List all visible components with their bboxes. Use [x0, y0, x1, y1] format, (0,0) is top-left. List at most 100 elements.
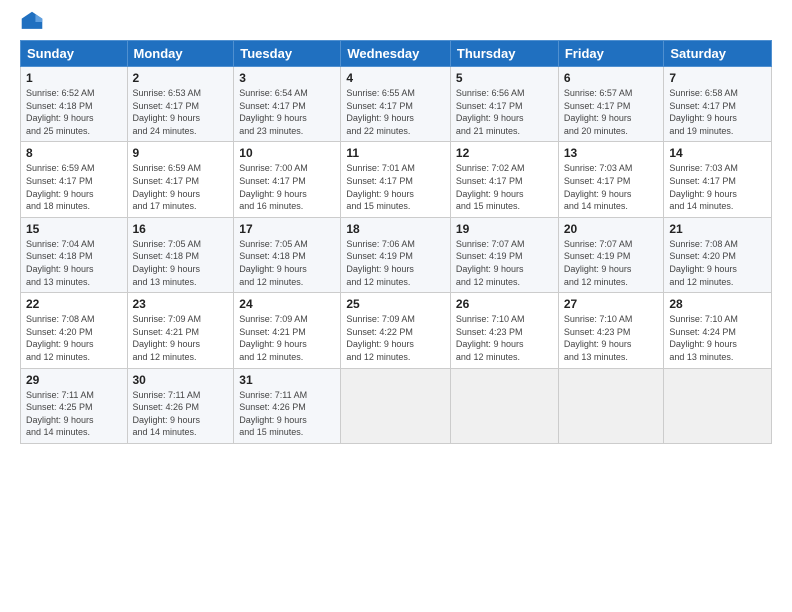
calendar-cell: 8 Sunrise: 6:59 AM Sunset: 4:17 PM Daylig…: [21, 142, 128, 217]
day-number: 23: [133, 297, 229, 311]
day-number: 27: [564, 297, 659, 311]
calendar-cell: 4 Sunrise: 6:55 AM Sunset: 4:17 PM Daylig…: [341, 67, 451, 142]
day-number: 29: [26, 373, 122, 387]
day-info: Sunrise: 7:07 AM Sunset: 4:19 PM Dayligh…: [456, 239, 525, 287]
calendar-cell: 1Sunrise: 6:52 AM Sunset: 4:18 PM Daylig…: [21, 67, 128, 142]
calendar-cell: 25Sunrise: 7:09 AM Sunset: 4:22 PM Dayli…: [341, 293, 451, 368]
calendar-cell: 30 Sunrise: 7:11 AM Sunset: 4:26 PM Dayli…: [127, 368, 234, 443]
calendar-cell: 2 Sunrise: 6:53 AM Sunset: 4:17 PM Daylig…: [127, 67, 234, 142]
day-info: Sunrise: 6:56 AM Sunset: 4:17 PM Dayligh…: [456, 88, 525, 136]
calendar-cell: [664, 368, 772, 443]
day-info: Sunrise: 7:00 AM Sunset: 4:17 PM Dayligh…: [239, 163, 308, 211]
day-info: Sunrise: 7:01 AM Sunset: 4:17 PM Dayligh…: [346, 163, 415, 211]
day-info: Sunrise: 7:07 AM Sunset: 4:19 PM Dayligh…: [564, 239, 633, 287]
day-number: 30: [133, 373, 229, 387]
calendar-cell: [450, 368, 558, 443]
day-info: Sunrise: 6:57 AM Sunset: 4:17 PM Dayligh…: [564, 88, 633, 136]
day-info: Sunrise: 7:09 AM Sunset: 4:22 PM Dayligh…: [346, 314, 415, 362]
day-info: Sunrise: 7:10 AM Sunset: 4:23 PM Dayligh…: [564, 314, 633, 362]
week-row-4: 22Sunrise: 7:08 AM Sunset: 4:20 PM Dayli…: [21, 293, 772, 368]
day-info: Sunrise: 6:59 AM Sunset: 4:17 PM Dayligh…: [26, 163, 95, 211]
day-info: Sunrise: 7:05 AM Sunset: 4:18 PM Dayligh…: [133, 239, 202, 287]
day-number: 2: [133, 71, 229, 85]
day-number: 7: [669, 71, 766, 85]
day-number: 11: [346, 146, 445, 160]
day-header-wednesday: Wednesday: [341, 41, 451, 67]
calendar-cell: 13 Sunrise: 7:03 AM Sunset: 4:17 PM Dayli…: [558, 142, 664, 217]
day-number: 13: [564, 146, 659, 160]
day-info: Sunrise: 6:53 AM Sunset: 4:17 PM Dayligh…: [133, 88, 202, 136]
calendar-cell: [558, 368, 664, 443]
calendar-cell: 3Sunrise: 6:54 AM Sunset: 4:17 PM Daylig…: [234, 67, 341, 142]
calendar-cell: 27 Sunrise: 7:10 AM Sunset: 4:23 PM Dayli…: [558, 293, 664, 368]
day-header-sunday: Sunday: [21, 41, 128, 67]
header-row: SundayMondayTuesdayWednesdayThursdayFrid…: [21, 41, 772, 67]
day-info: Sunrise: 6:58 AM Sunset: 4:17 PM Dayligh…: [669, 88, 738, 136]
day-info: Sunrise: 7:06 AM Sunset: 4:19 PM Dayligh…: [346, 239, 415, 287]
calendar-cell: 11 Sunrise: 7:01 AM Sunset: 4:17 PM Dayli…: [341, 142, 451, 217]
calendar-cell: 7 Sunrise: 6:58 AM Sunset: 4:17 PM Daylig…: [664, 67, 772, 142]
day-number: 17: [239, 222, 335, 236]
day-number: 18: [346, 222, 445, 236]
calendar-cell: 5Sunrise: 6:56 AM Sunset: 4:17 PM Daylig…: [450, 67, 558, 142]
day-number: 20: [564, 222, 659, 236]
calendar-cell: 6 Sunrise: 6:57 AM Sunset: 4:17 PM Daylig…: [558, 67, 664, 142]
day-info: Sunrise: 7:08 AM Sunset: 4:20 PM Dayligh…: [669, 239, 738, 287]
calendar-cell: [341, 368, 451, 443]
calendar-cell: 9Sunrise: 6:59 AM Sunset: 4:17 PM Daylig…: [127, 142, 234, 217]
calendar-cell: 23 Sunrise: 7:09 AM Sunset: 4:21 PM Dayli…: [127, 293, 234, 368]
day-number: 3: [239, 71, 335, 85]
day-info: Sunrise: 7:04 AM Sunset: 4:18 PM Dayligh…: [26, 239, 95, 287]
day-info: Sunrise: 7:02 AM Sunset: 4:17 PM Dayligh…: [456, 163, 525, 211]
day-number: 6: [564, 71, 659, 85]
calendar-cell: 20 Sunrise: 7:07 AM Sunset: 4:19 PM Dayli…: [558, 217, 664, 292]
week-row-5: 29 Sunrise: 7:11 AM Sunset: 4:25 PM Dayli…: [21, 368, 772, 443]
day-info: Sunrise: 6:55 AM Sunset: 4:17 PM Dayligh…: [346, 88, 415, 136]
day-info: Sunrise: 7:11 AM Sunset: 4:26 PM Dayligh…: [133, 390, 201, 438]
day-number: 22: [26, 297, 122, 311]
calendar-cell: 19 Sunrise: 7:07 AM Sunset: 4:19 PM Dayli…: [450, 217, 558, 292]
week-row-1: 1Sunrise: 6:52 AM Sunset: 4:18 PM Daylig…: [21, 67, 772, 142]
day-number: 12: [456, 146, 553, 160]
day-number: 10: [239, 146, 335, 160]
day-number: 15: [26, 222, 122, 236]
day-number: 4: [346, 71, 445, 85]
day-info: Sunrise: 7:03 AM Sunset: 4:17 PM Dayligh…: [669, 163, 738, 211]
week-row-3: 15 Sunrise: 7:04 AM Sunset: 4:18 PM Dayli…: [21, 217, 772, 292]
day-info: Sunrise: 7:05 AM Sunset: 4:18 PM Dayligh…: [239, 239, 308, 287]
calendar-cell: 17 Sunrise: 7:05 AM Sunset: 4:18 PM Dayli…: [234, 217, 341, 292]
calendar-cell: 16 Sunrise: 7:05 AM Sunset: 4:18 PM Dayli…: [127, 217, 234, 292]
day-number: 16: [133, 222, 229, 236]
day-info: Sunrise: 7:09 AM Sunset: 4:21 PM Dayligh…: [133, 314, 202, 362]
calendar-cell: 12 Sunrise: 7:02 AM Sunset: 4:17 PM Dayli…: [450, 142, 558, 217]
calendar-cell: 14 Sunrise: 7:03 AM Sunset: 4:17 PM Dayli…: [664, 142, 772, 217]
logo: [20, 10, 48, 34]
page: SundayMondayTuesdayWednesdayThursdayFrid…: [0, 0, 792, 612]
day-header-thursday: Thursday: [450, 41, 558, 67]
day-number: 21: [669, 222, 766, 236]
day-info: Sunrise: 7:11 AM Sunset: 4:25 PM Dayligh…: [26, 390, 94, 438]
calendar-cell: 24 Sunrise: 7:09 AM Sunset: 4:21 PM Dayli…: [234, 293, 341, 368]
day-number: 8: [26, 146, 122, 160]
calendar-cell: 31Sunrise: 7:11 AM Sunset: 4:26 PM Dayli…: [234, 368, 341, 443]
day-number: 1: [26, 71, 122, 85]
calendar-table: SundayMondayTuesdayWednesdayThursdayFrid…: [20, 40, 772, 444]
calendar-cell: 22Sunrise: 7:08 AM Sunset: 4:20 PM Dayli…: [21, 293, 128, 368]
calendar-cell: 10 Sunrise: 7:00 AM Sunset: 4:17 PM Dayli…: [234, 142, 341, 217]
calendar-cell: 15 Sunrise: 7:04 AM Sunset: 4:18 PM Dayli…: [21, 217, 128, 292]
calendar-cell: 21 Sunrise: 7:08 AM Sunset: 4:20 PM Dayli…: [664, 217, 772, 292]
day-number: 28: [669, 297, 766, 311]
day-header-friday: Friday: [558, 41, 664, 67]
day-number: 14: [669, 146, 766, 160]
day-info: Sunrise: 7:03 AM Sunset: 4:17 PM Dayligh…: [564, 163, 633, 211]
day-number: 31: [239, 373, 335, 387]
day-number: 24: [239, 297, 335, 311]
day-info: Sunrise: 7:10 AM Sunset: 4:23 PM Dayligh…: [456, 314, 525, 362]
day-number: 9: [133, 146, 229, 160]
logo-icon: [20, 10, 44, 34]
day-info: Sunrise: 7:09 AM Sunset: 4:21 PM Dayligh…: [239, 314, 308, 362]
header: [20, 10, 772, 34]
day-number: 19: [456, 222, 553, 236]
calendar-cell: 28Sunrise: 7:10 AM Sunset: 4:24 PM Dayli…: [664, 293, 772, 368]
day-header-monday: Monday: [127, 41, 234, 67]
